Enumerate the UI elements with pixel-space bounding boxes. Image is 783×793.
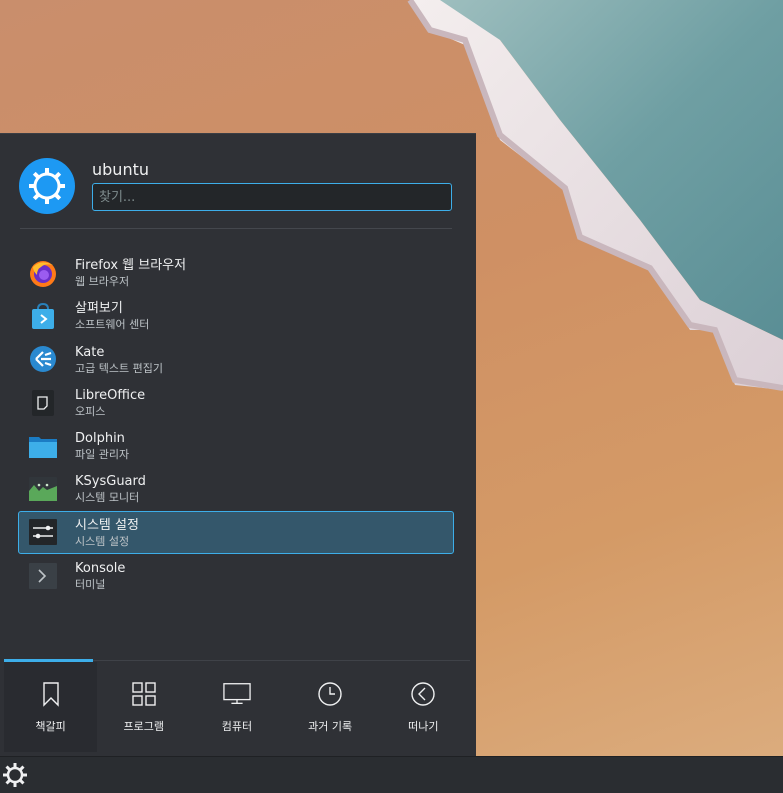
bookmark-icon bbox=[37, 680, 65, 708]
app-item-system-settings[interactable]: 시스템 설정 시스템 설정 bbox=[18, 510, 454, 555]
discover-icon bbox=[27, 300, 59, 332]
app-description: 소프트웨어 센터 bbox=[75, 318, 150, 332]
folder-icon bbox=[27, 430, 59, 462]
app-item-kate[interactable]: Kate 고급 텍스트 편집기 bbox=[18, 338, 454, 381]
tab-applications[interactable]: 프로그램 bbox=[97, 662, 190, 752]
libreoffice-icon bbox=[27, 387, 59, 419]
username-label: ubuntu bbox=[92, 160, 149, 179]
kde-gear-icon bbox=[3, 763, 27, 787]
tab-computer[interactable]: 컴퓨터 bbox=[190, 662, 283, 752]
launcher-tabs: 책갈피 프로그램 컴퓨터 과거 기록 떠나기 bbox=[4, 662, 470, 752]
app-item-konsole[interactable]: Konsole 터미널 bbox=[18, 554, 454, 597]
tab-history[interactable]: 과거 기록 bbox=[284, 662, 377, 752]
application-launcher-button[interactable] bbox=[0, 760, 30, 790]
grid-icon bbox=[130, 680, 158, 708]
app-item-dolphin[interactable]: Dolphin 파일 관리자 bbox=[18, 424, 454, 467]
ksysguard-icon bbox=[27, 473, 59, 505]
kde-gear-icon bbox=[29, 168, 65, 204]
launcher-header: ubuntu bbox=[0, 134, 476, 229]
tab-label: 책갈피 bbox=[35, 720, 66, 733]
back-circle-icon bbox=[409, 680, 437, 708]
favorites-list: Firefox 웹 브라우저 웹 브라우저 살펴보기 소프트웨어 센터 Kate… bbox=[18, 251, 454, 597]
app-item-libreoffice[interactable]: LibreOffice 오피스 bbox=[18, 381, 454, 424]
app-description: 시스템 모니터 bbox=[75, 491, 140, 505]
firefox-icon bbox=[27, 257, 59, 289]
tab-label: 컴퓨터 bbox=[221, 720, 253, 733]
taskbar bbox=[0, 756, 783, 793]
app-item-discover[interactable]: 살펴보기 소프트웨어 센터 bbox=[18, 294, 454, 337]
tab-label: 떠나기 bbox=[408, 720, 439, 733]
app-name: 살펴보기 bbox=[75, 301, 123, 317]
app-item-ksysguard[interactable]: KSysGuard 시스템 모니터 bbox=[18, 467, 454, 510]
app-name: Dolphin bbox=[75, 431, 125, 447]
user-avatar[interactable] bbox=[19, 158, 75, 214]
app-description: 파일 관리자 bbox=[75, 448, 130, 462]
tab-leave[interactable]: 떠나기 bbox=[377, 662, 470, 752]
app-description: 웹 브라우저 bbox=[75, 275, 130, 288]
app-name: KSysGuard bbox=[75, 474, 146, 490]
app-name: Konsole bbox=[75, 561, 126, 577]
monitor-icon bbox=[223, 680, 251, 708]
tab-bookmarks[interactable]: 책갈피 bbox=[4, 662, 98, 752]
app-name: Firefox 웹 브라우저 bbox=[75, 258, 187, 273]
app-description: 터미널 bbox=[75, 578, 106, 592]
app-description: 고급 텍스트 편집기 bbox=[75, 361, 163, 375]
app-item-firefox[interactable]: Firefox 웹 브라우저 웹 브라우저 bbox=[18, 251, 454, 294]
terminal-icon bbox=[27, 560, 59, 592]
app-description: 시스템 설정 bbox=[75, 534, 130, 548]
app-name: 시스템 설정 bbox=[75, 517, 139, 533]
app-name: Kate bbox=[75, 344, 105, 360]
search-input[interactable] bbox=[92, 183, 452, 211]
header-divider bbox=[20, 228, 452, 229]
clock-icon bbox=[316, 680, 344, 708]
app-name: LibreOffice bbox=[75, 387, 146, 403]
application-launcher: ubuntu Firefox 웹 브라우저 웹 브라우저 bbox=[0, 133, 476, 756]
settings-icon bbox=[27, 516, 59, 548]
app-description: 오피스 bbox=[75, 404, 106, 418]
tab-label: 프로그램 bbox=[123, 720, 165, 733]
kate-icon bbox=[27, 343, 59, 375]
tab-label: 과거 기록 bbox=[308, 720, 353, 733]
